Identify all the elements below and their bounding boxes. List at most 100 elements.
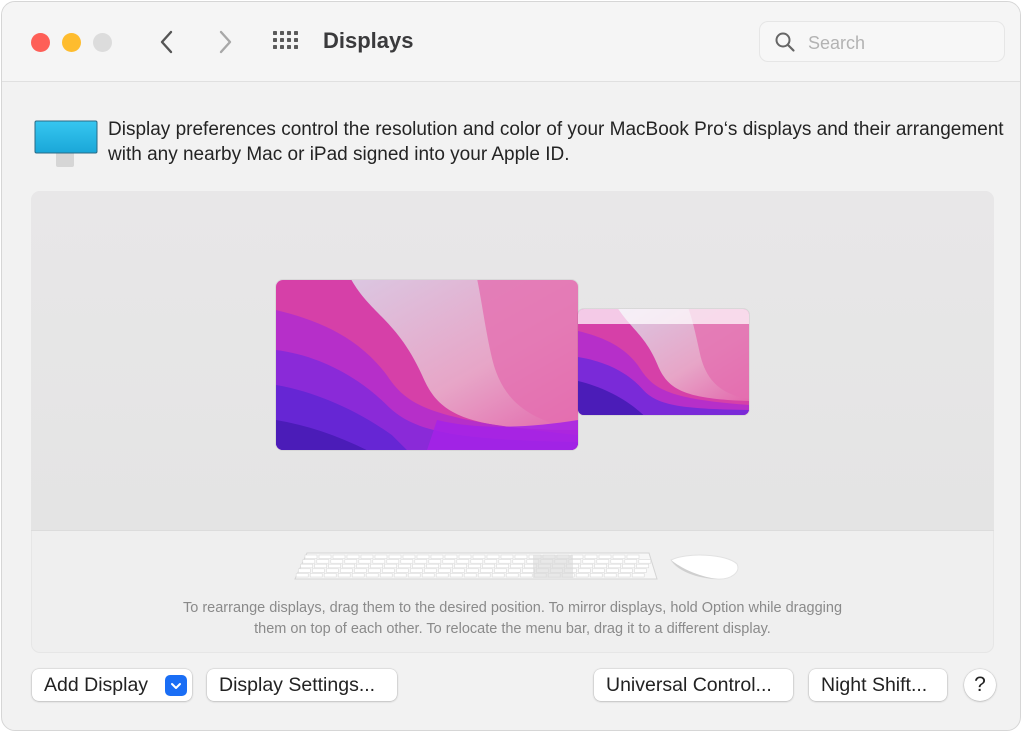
key [379,573,393,578]
close-button[interactable] [31,33,50,52]
key [498,559,512,564]
minimize-button[interactable] [62,33,81,52]
key [428,559,442,564]
search-field[interactable] [759,21,1005,62]
key [584,554,598,559]
display-thumbnail-2[interactable] [578,309,749,415]
key [312,568,325,573]
key [612,554,626,559]
key [508,568,521,573]
key [330,559,344,564]
key [372,559,386,564]
key [402,554,416,559]
key [435,573,449,578]
display-settings-button[interactable]: Display Settings... [207,669,397,701]
key [603,573,617,578]
display-arrangement-area[interactable]: To rearrange displays, drag them to the … [31,191,994,653]
key [440,563,453,569]
hint-line-1: To rearrange displays, drag them to the … [182,600,843,616]
mouse-icon [670,554,739,580]
key [458,554,472,559]
key [606,568,619,573]
window-title: Displays [323,28,414,53]
keyboard-icon [294,552,658,580]
search-input[interactable] [806,30,990,56]
key [617,573,631,578]
add-display-label: Add Display [44,673,149,696]
show-all-button[interactable] [270,28,302,56]
key [592,568,605,573]
key [300,563,313,569]
hint-line-2: them on top of each other. To relocate t… [254,621,771,637]
key [484,559,498,564]
add-display-popup-button[interactable]: Add Display [32,669,192,701]
key [610,559,624,564]
key [360,554,374,559]
arrangement-hint: To rearrange displays, drag them to the … [31,598,994,640]
key [323,573,337,578]
key [494,568,507,573]
key [631,573,645,578]
search-icon [775,32,795,52]
key [622,563,635,569]
forward-button[interactable] [210,26,240,58]
key [582,559,596,564]
key [589,573,603,578]
key [426,563,439,569]
key [482,563,495,569]
key [393,573,407,578]
help-button[interactable]: ? [964,669,996,701]
key [326,568,339,573]
display-thumbnail-1[interactable] [276,280,578,450]
key [388,554,402,559]
universal-control-button[interactable]: Universal Control... [594,669,793,701]
key [351,573,365,578]
key [386,559,400,564]
key [316,559,330,564]
key [514,554,528,559]
key [328,563,341,569]
key [594,563,607,569]
menu-bar-indicator[interactable] [578,309,749,324]
key [309,573,323,578]
intro-text: Display preferences control the resoluti… [108,119,1004,165]
wallpaper-image [578,309,749,415]
key [358,559,372,564]
key [354,568,367,573]
key [578,568,591,573]
key [384,563,397,569]
key [407,573,421,578]
key [314,563,327,569]
key [444,554,458,559]
key [472,554,486,559]
key [442,559,456,564]
key [400,559,414,564]
night-shift-button[interactable]: Night Shift... [809,669,947,701]
key [575,573,589,578]
chevron-left-icon [160,30,173,54]
key [346,554,360,559]
key [295,573,309,578]
key [416,554,430,559]
key [636,563,649,569]
grid-icon [273,31,298,49]
key [500,554,514,559]
key [496,563,509,569]
key [368,568,381,573]
key [342,563,355,569]
key [480,568,493,573]
zoom-button[interactable] [93,33,112,52]
toolbar: Displays [2,2,1020,82]
key [466,568,479,573]
key [512,559,526,564]
back-button[interactable] [152,26,182,58]
key [430,554,444,559]
chevron-down-icon [165,675,187,696]
key [337,573,351,578]
key [624,559,638,564]
key [396,568,409,573]
key [505,573,519,578]
key [332,554,346,559]
key [598,554,612,559]
key [365,573,379,578]
